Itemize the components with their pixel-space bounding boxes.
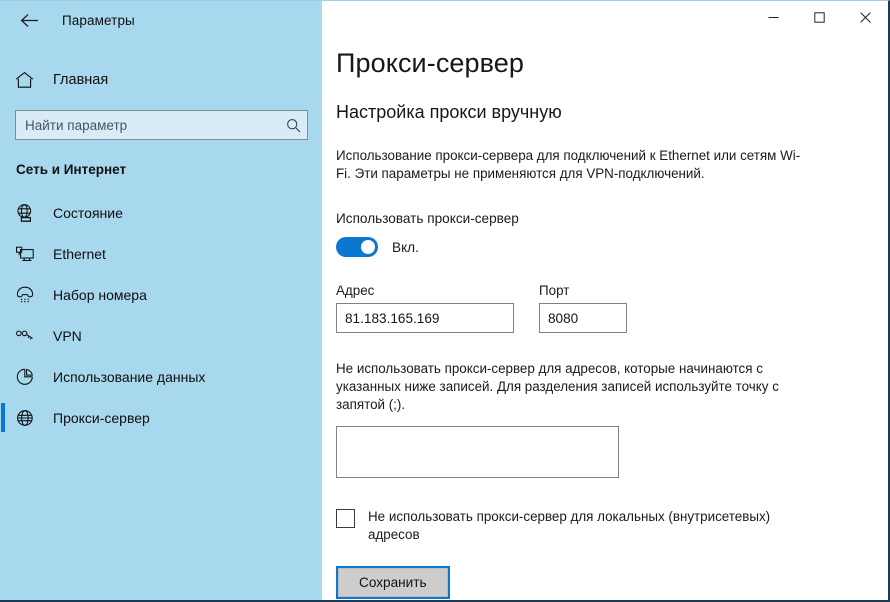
port-label: Порт [539,283,570,298]
toggle-state-label: Вкл. [392,239,419,255]
local-bypass-label: Не использовать прокси-сервер для локаль… [368,509,771,542]
sidebar-item-vpn-label: VPN [53,327,82,344]
sidebar-item-data-usage-label: Использование данных [53,368,206,385]
page-title: Прокси-сервер [336,48,525,78]
minimize-button[interactable] [750,1,796,33]
ethernet-icon [15,244,41,264]
save-button-focus-ring: Сохранить [336,566,450,599]
vpn-key-icon [15,326,41,346]
use-proxy-toggle[interactable] [336,237,378,257]
sidebar-item-proxy[interactable]: Прокси-сервер [0,397,322,438]
save-button[interactable]: Сохранить [338,568,448,597]
proxy-settings-panel: Прокси-сервер Настройка прокси вручную И… [322,1,888,599]
address-field-group: Адрес [336,283,514,333]
status-globe-icon [15,203,41,223]
sidebar-section-title: Сеть и Интернет [16,162,127,177]
search-box[interactable] [15,110,308,140]
main-content: Прокси-сервер Настройка прокси вручную И… [322,1,888,600]
proxy-description: Использование прокси-сервера для подключ… [336,148,801,181]
sidebar-item-vpn[interactable]: VPN [0,315,322,356]
back-arrow-icon[interactable] [14,7,44,33]
sidebar-nav-list: Состояние Ethernet Набор номера VPN Испо… [0,192,322,438]
app-title: Параметры [62,12,135,28]
data-usage-pie-icon [15,367,41,387]
use-proxy-toggle-row: Вкл. [336,237,888,257]
search-icon[interactable] [279,111,307,139]
sidebar-item-data-usage[interactable]: Использование данных [0,356,322,397]
bypass-list-textarea[interactable] [336,426,619,478]
sidebar-titlebar: Параметры [0,1,322,39]
sidebar-item-status[interactable]: Состояние [0,192,322,233]
sidebar-item-ethernet[interactable]: Ethernet [0,233,322,274]
sidebar-item-status-label: Состояние [53,204,123,221]
address-label: Адрес [336,283,375,298]
port-input[interactable] [539,303,627,333]
sidebar-item-dialup-label: Набор номера [53,286,147,303]
section-heading: Настройка прокси вручную [336,102,562,122]
sidebar-item-home-label: Главная [53,72,109,88]
sidebar: Параметры Главная Сеть и Интернет [0,1,322,600]
toggle-knob [361,240,375,254]
address-input[interactable] [336,303,514,333]
window-controls [750,1,888,33]
use-proxy-label: Использовать прокси-сервер [336,211,519,226]
dialup-phone-icon [15,285,41,305]
port-field-group: Порт [539,283,627,333]
selection-accent-bar [1,403,5,432]
sidebar-item-proxy-label: Прокси-сервер [53,409,150,426]
local-bypass-checkbox[interactable] [336,509,355,528]
home-icon [15,71,41,89]
search-input[interactable] [16,111,279,139]
sidebar-item-home[interactable]: Главная [0,63,322,97]
sidebar-item-ethernet-label: Ethernet [53,245,106,262]
close-button[interactable] [842,1,888,33]
proxy-globe-icon [15,408,41,428]
local-bypass-row: Не использовать прокси-сервер для локаль… [336,508,888,544]
settings-window: Параметры Главная Сеть и Интернет [0,0,890,602]
bypass-description: Не использовать прокси-сервер для адресо… [336,361,779,412]
sidebar-item-dialup[interactable]: Набор номера [0,274,322,315]
address-port-row: Адрес Порт [336,283,888,333]
maximize-button[interactable] [796,1,842,33]
